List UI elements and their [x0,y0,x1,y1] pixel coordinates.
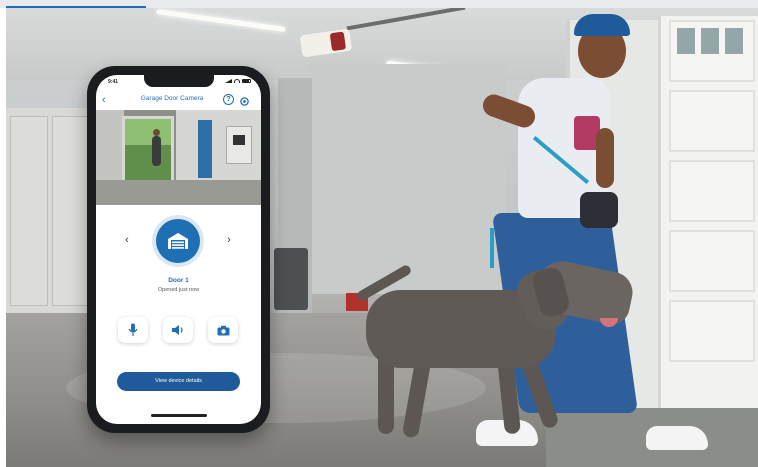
wifi-icon [234,79,240,83]
back-wall [306,64,506,294]
feed-cabinet [226,126,252,164]
help-icon[interactable]: ? [223,94,234,105]
chevron-right-icon[interactable]: › [224,233,234,247]
speaker-icon [172,325,183,335]
garage-door-window [677,28,695,54]
garage-door-icon [168,233,188,249]
waist-bag [580,192,618,228]
camera-icon [217,325,229,335]
door-status: Opened just now [157,287,200,293]
leash-handle [490,228,494,268]
phone-notch [144,75,214,87]
back-icon[interactable]: ‹ [102,94,112,106]
garage-door-panel [669,90,755,152]
garage-door-window [701,28,719,54]
garage-door-window [725,28,743,54]
page-title: Garage Door Camera [140,95,204,102]
sneaker [646,426,708,450]
feed-open-door [122,116,174,188]
view-device-details-button[interactable]: View device details [117,372,240,391]
speaker-button[interactable] [163,317,193,343]
signal-icon [225,79,232,83]
action-row [96,317,261,343]
gear-icon[interactable] [239,94,250,106]
cabinet-door [52,116,90,306]
door-name: Door 1 [168,277,189,284]
camera-live-feed[interactable] [96,110,261,205]
garage-door-panel [669,160,755,222]
feed-floor [96,180,261,205]
garage-door-toggle-button[interactable] [156,219,200,263]
person-cap [574,14,630,36]
garage-door [658,16,758,436]
microphone-button[interactable] [118,317,148,343]
chevron-left-icon[interactable]: ‹ [122,233,132,247]
app-header: ‹ Garage Door Camera ? [96,91,261,109]
status-icons [225,79,251,83]
garage-door-panel [669,20,755,82]
left-cabinet [6,108,94,318]
battery-icon [242,79,251,83]
feed-person [152,129,161,166]
opener-light [329,31,347,52]
feed-screen [233,135,245,145]
door-control: ‹ › [96,211,261,271]
home-indicator [151,414,207,417]
top-strip [0,0,758,9]
microphone-icon [128,323,138,336]
status-time: 9:41 [108,79,119,85]
garage-door-panel [669,300,755,362]
trash-can [274,248,308,310]
phone-screen: 9:41 ‹ Garage Door Camera ? ‹ › Door 1 O… [96,75,261,424]
feed-outdoor [125,119,171,145]
feed-shelf [198,120,212,178]
smartphone: 9:41 ‹ Garage Door Camera ? ‹ › Door 1 O… [87,66,270,433]
garage-door-panel [669,230,755,292]
cabinet-door [10,116,48,306]
person-arm [596,128,614,188]
snapshot-button[interactable] [208,317,238,343]
